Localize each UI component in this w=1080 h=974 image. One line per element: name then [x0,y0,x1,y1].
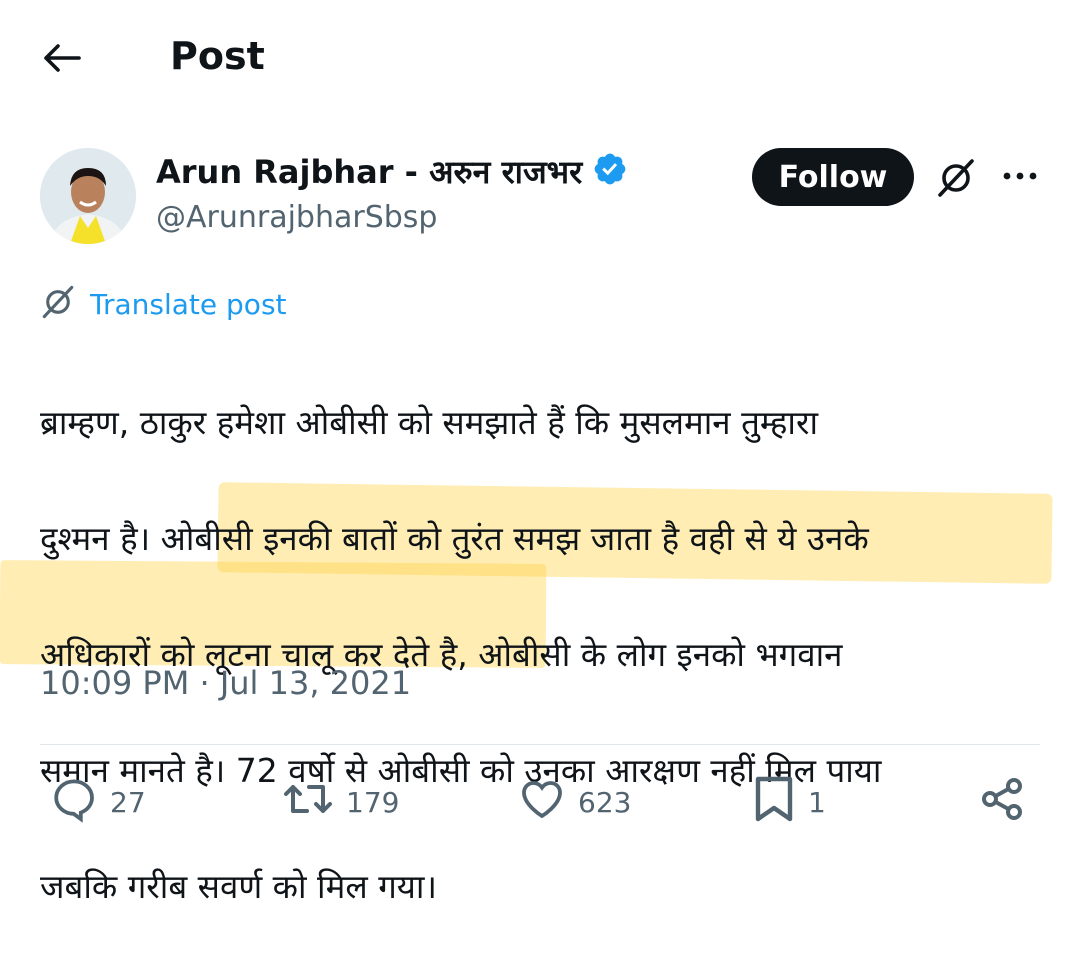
grok-icon[interactable] [932,154,980,202]
avatar[interactable] [40,148,136,244]
more-dots-icon[interactable] [998,154,1042,198]
repost-count: 179 [346,785,400,819]
repost-icon [282,775,334,830]
author-name[interactable]: Arun Rajbhar - अरुन राजभर [156,150,582,193]
like-count: 623 [578,785,632,819]
reply-count: 27 [110,785,146,819]
page-title: Post [170,34,265,78]
back-arrow-icon[interactable] [40,36,84,80]
bookmark-button[interactable]: 1 [752,776,826,828]
grok-icon [40,284,76,324]
post-timestamp[interactable]: 10:09 PM · Jul 13, 2021 [40,660,411,706]
reply-icon [50,775,98,830]
reply-button[interactable]: 27 [50,776,146,828]
share-button[interactable] [978,776,1026,828]
post-text-line: ब्राम्हण, ठाकुर हमेशा ओबीसी को समझाते है… [40,403,818,442]
divider [40,744,1040,745]
author-name-row: Arun Rajbhar - अरुन राजभर [156,148,628,194]
post-text: ब्राम्हण, ठाकुर हमेशा ओबीसी को समझाते है… [40,336,1050,974]
author-handle[interactable]: @ArunrajbharSbsp [156,198,437,238]
bookmark-count: 1 [808,785,826,819]
post-text-line: दुश्मन है। ओबीसी इनकी बातों को तुरंत समझ… [40,519,869,558]
verified-badge-icon [592,151,628,191]
like-button[interactable]: 623 [518,776,631,828]
repost-button[interactable]: 179 [282,776,399,828]
share-icon [978,775,1026,830]
post-text-line: जबकि गरीब सवर्ण को मिल गया। [40,867,437,906]
like-icon [518,775,566,830]
bookmark-icon [752,773,796,832]
follow-button[interactable]: Follow [752,148,914,206]
translate-label: Translate post [90,287,287,321]
translate-post-link[interactable]: Translate post [40,284,287,324]
